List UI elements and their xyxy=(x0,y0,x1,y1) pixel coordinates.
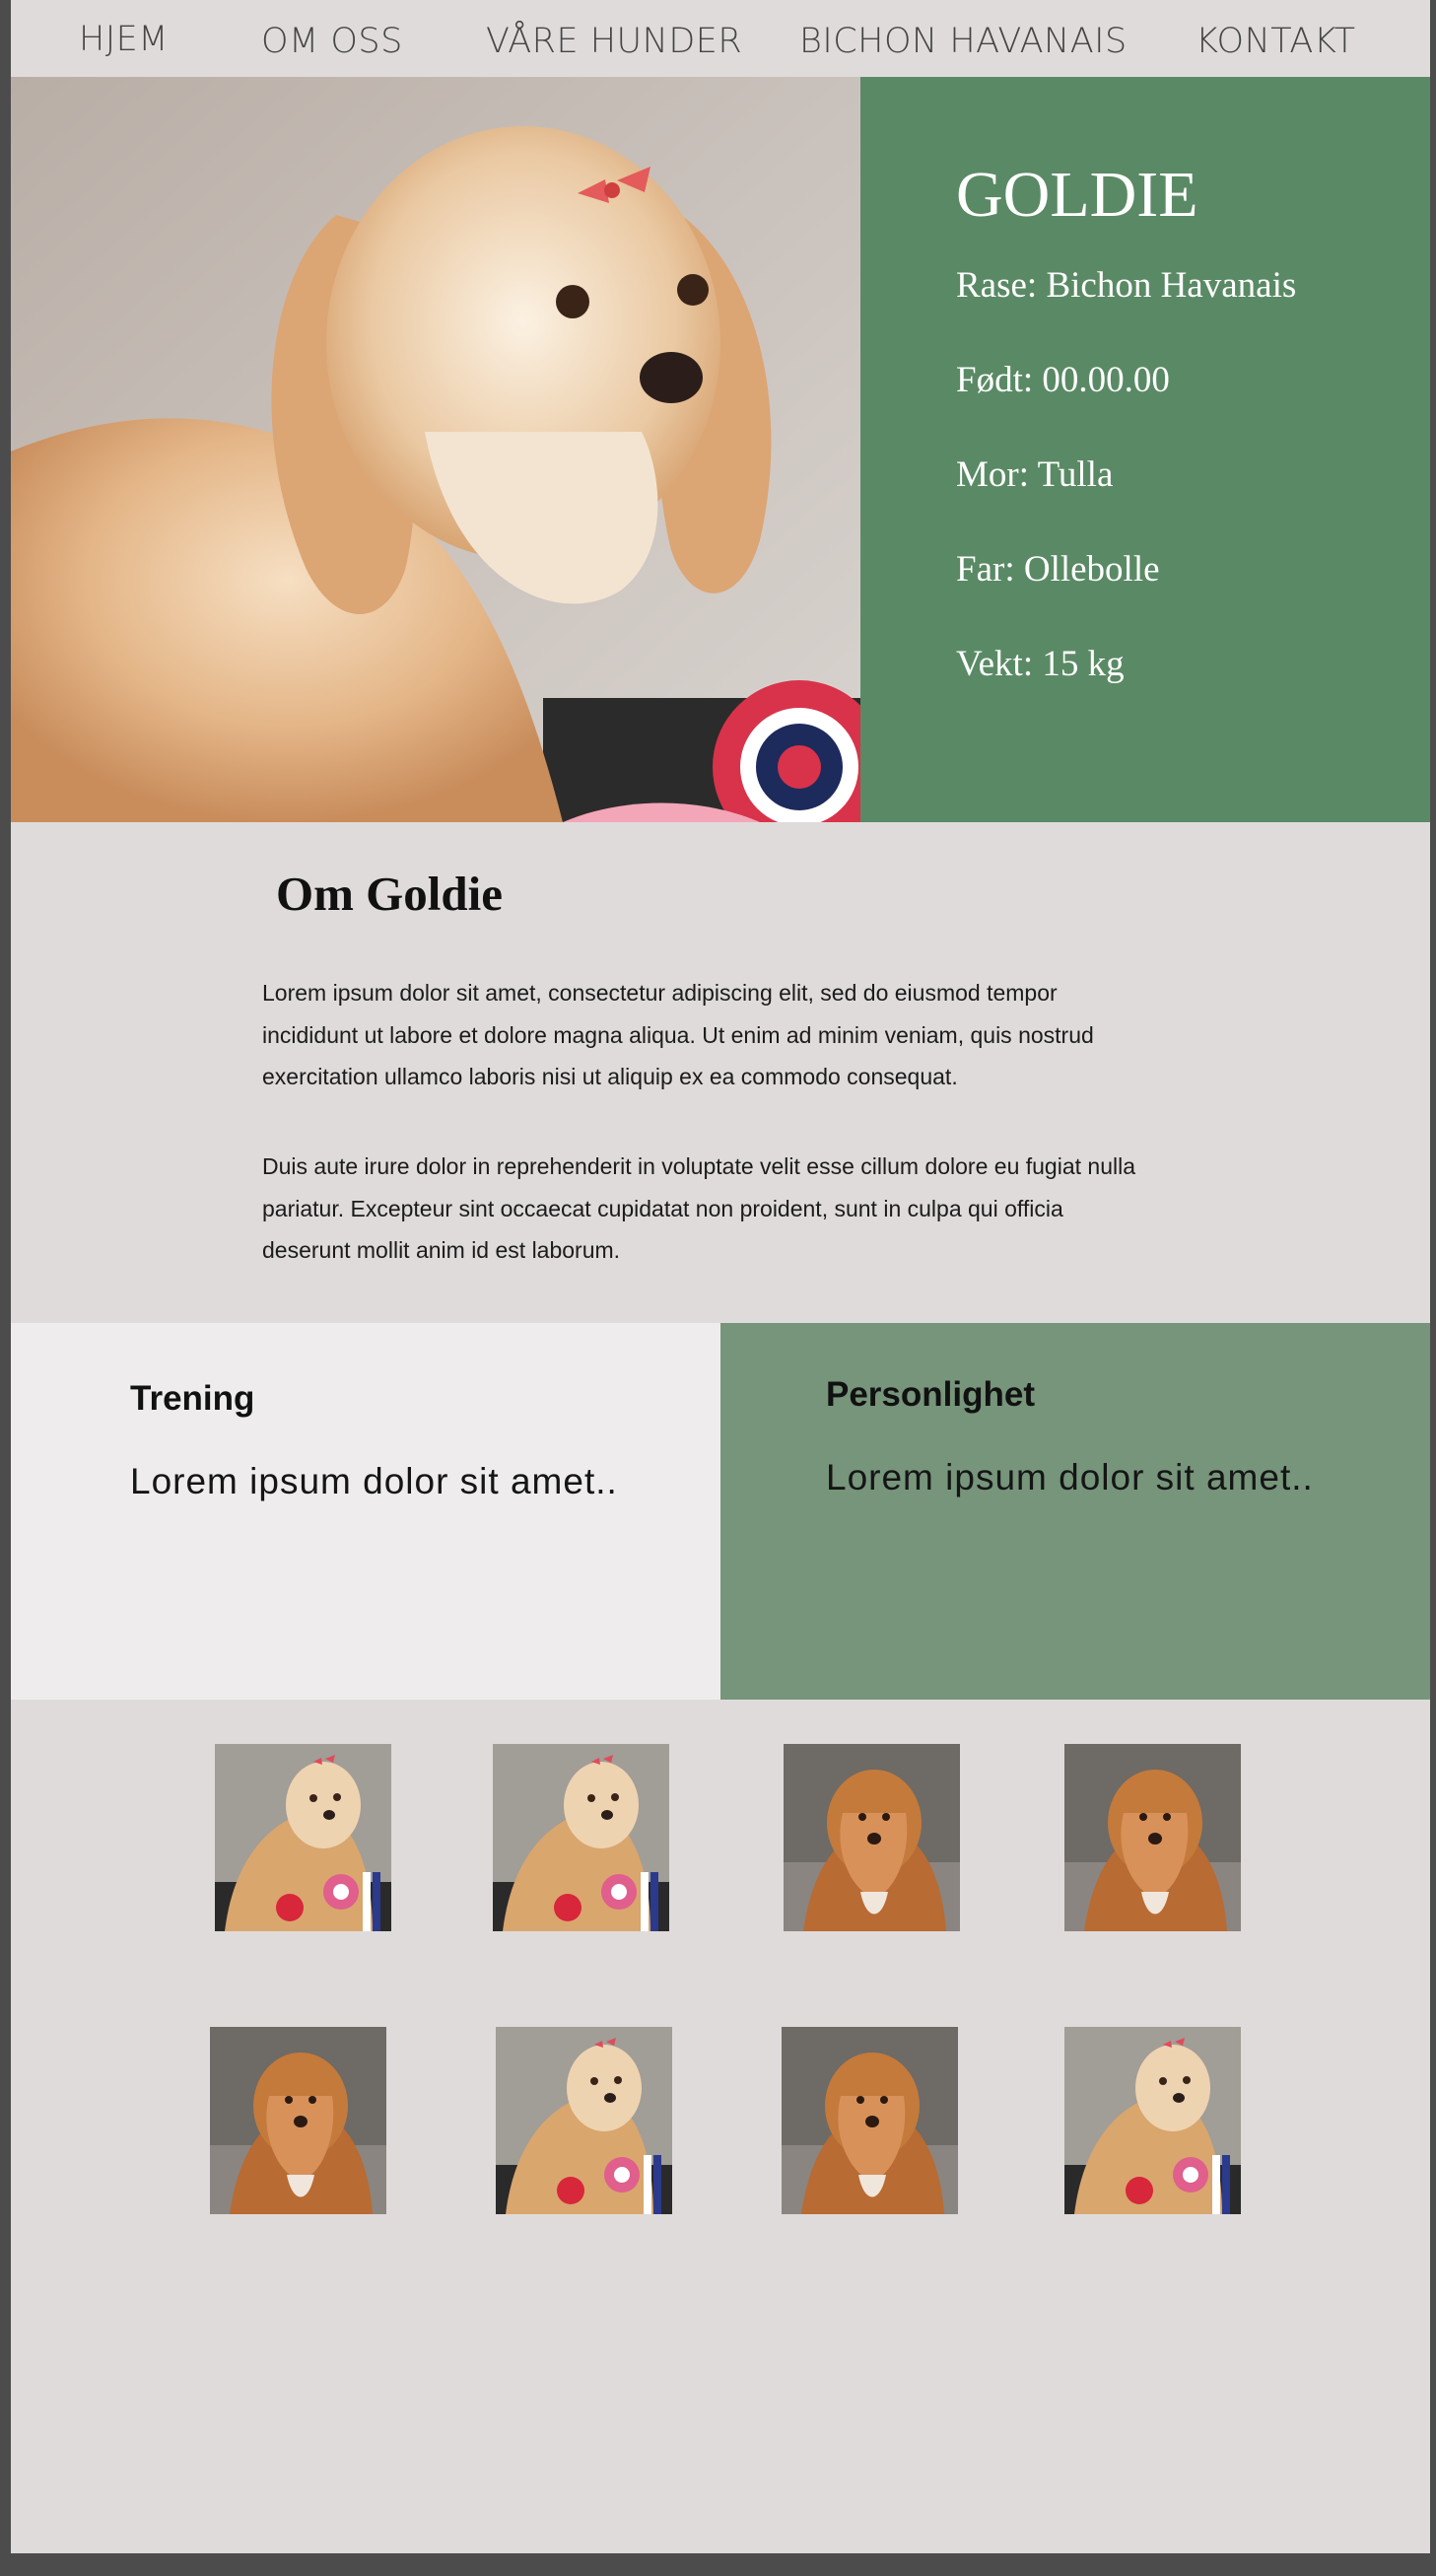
photo-gallery xyxy=(11,1700,1430,2553)
about-section: Om Goldie Lorem ipsum dolor sit amet, co… xyxy=(11,822,1430,1323)
personality-card-title: Personlighet xyxy=(826,1375,1035,1414)
fact-weight: Vekt: 15 kg xyxy=(956,644,1125,684)
page: HJEM OM OSS VÅRE HUNDER BICHON HAVANAIS … xyxy=(11,0,1430,2553)
about-heading: Om Goldie xyxy=(276,867,504,921)
gallery-photo[interactable] xyxy=(782,2027,958,2214)
gallery-photo[interactable] xyxy=(493,1744,669,1931)
hero-info-panel: GOLDIE Rase: Bichon Havanais Født: 00.00… xyxy=(860,77,1430,822)
nav-item-bichon-havanais[interactable]: BICHON HAVANAIS xyxy=(799,22,1128,61)
gallery-photo[interactable] xyxy=(1064,1744,1241,1931)
nav-item-vare-hunder[interactable]: VÅRE HUNDER xyxy=(486,22,742,61)
fact-father: Far: Ollebolle xyxy=(956,549,1160,590)
gallery-photo[interactable] xyxy=(496,2027,672,2214)
training-card-title: Trening xyxy=(130,1379,255,1418)
top-navigation: HJEM OM OSS VÅRE HUNDER BICHON HAVANAIS … xyxy=(11,0,1430,77)
fact-breed: Rase: Bichon Havanais xyxy=(956,265,1297,306)
gallery-photo[interactable] xyxy=(215,1744,391,1931)
nav-item-hjem[interactable]: HJEM xyxy=(79,20,169,59)
dog-name-title: GOLDIE xyxy=(956,159,1198,231)
fact-born: Født: 00.00.00 xyxy=(956,360,1170,400)
about-paragraph-1: Lorem ipsum dolor sit amet, consectetur … xyxy=(262,980,1094,1089)
training-card-text: Lorem ipsum dolor sit amet.. xyxy=(130,1461,618,1501)
nav-item-om-oss[interactable]: OM OSS xyxy=(261,22,403,61)
hero-section: GOLDIE Rase: Bichon Havanais Født: 00.00… xyxy=(11,77,1430,822)
hero-dog-photo xyxy=(11,77,860,822)
gallery-photo[interactable] xyxy=(1064,2027,1241,2214)
personality-card: Personlighet Lorem ipsum dolor sit amet.… xyxy=(720,1323,1430,1700)
gallery-photo[interactable] xyxy=(784,1744,960,1931)
training-card: Trening Lorem ipsum dolor sit amet.. xyxy=(11,1323,720,1700)
nav-item-kontakt[interactable]: KONTAKT xyxy=(1196,22,1356,61)
personality-card-text: Lorem ipsum dolor sit amet.. xyxy=(826,1457,1314,1497)
about-paragraph-2: Duis aute irure dolor in reprehenderit i… xyxy=(262,1153,1135,1263)
gallery-photo[interactable] xyxy=(210,2027,386,2214)
fact-mother: Mor: Tulla xyxy=(956,454,1114,495)
